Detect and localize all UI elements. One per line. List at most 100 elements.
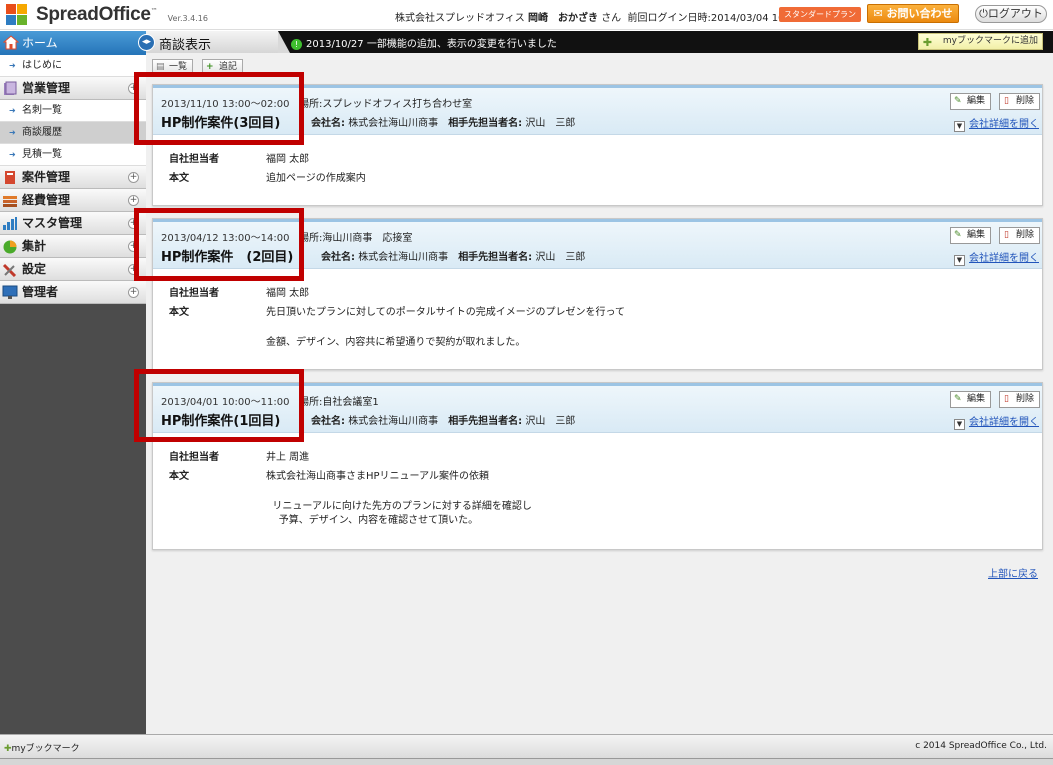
contact-button[interactable]: ✉ お問い合わせ (867, 4, 959, 23)
delete-button[interactable]: ▯ 削除 (998, 391, 1040, 408)
add-bookmark-button[interactable]: ✚ myブックマークに追加 (917, 33, 1043, 50)
expand-icon[interactable]: + (128, 172, 139, 183)
notice-icon: ! (291, 39, 302, 50)
delete-button[interactable]: ▯ 削除 (998, 93, 1040, 110)
place-value: 海山川商事 応接室 (322, 233, 413, 244)
sidebar-item-label: 商談履歴 (22, 127, 62, 138)
sidebar-item-meeting-history[interactable]: ➜ 商談履歴 (0, 122, 146, 144)
version-label: Ver.3.4.16 (167, 13, 208, 23)
footer-bookmark-button[interactable]: ✚myブックマーク (4, 741, 80, 754)
meeting-company-line: 会社名: 株式会社海山川商事 相手先担当者名: 沢山 三郎 (311, 114, 575, 129)
back-to-top-link[interactable]: 上部に戻る (988, 565, 1038, 580)
sidebar-item-label: 集計 (22, 239, 47, 253)
meeting-body: 自社担当者 福岡 太郎 本文 先日頂いたプランに対してのポータルサイトの完成イメージ… (153, 269, 1042, 362)
notice-message[interactable]: ! 2013/10/27 一部機能の追加、表示の変更を行いました (291, 35, 557, 50)
app-footer: ✚myブックマーク c 2014 SpreadOffice Co., Ltd. (0, 734, 1053, 758)
company-label: 会社名: (311, 118, 345, 129)
edit-button[interactable]: ✎ 編集 (949, 93, 991, 110)
logout-button[interactable]: ⏻ログアウト (975, 5, 1047, 23)
sidebar-item-master[interactable]: マスタ管理 + (0, 212, 146, 235)
contact-value: 沢山 三郎 (535, 252, 586, 263)
edit-button[interactable]: ✎ 編集 (949, 391, 991, 408)
body-value: 株式会社海山商事さまHPリニューアル案件の依頼 (266, 471, 490, 482)
user-name: 岡崎 おかざき (528, 13, 598, 24)
company-name: 株式会社スプレッドオフィス (395, 13, 525, 24)
delete-button[interactable]: ▯ 削除 (998, 227, 1040, 244)
sidebar-item-home[interactable]: ホーム (0, 31, 146, 55)
arrow-icon: ➜ (9, 150, 16, 159)
logo-mark-icon (6, 4, 28, 26)
sidebar-item-business-cards[interactable]: ➜ 名刺一覧 (0, 100, 146, 122)
sidebar-item-admin[interactable]: 管理者 + (0, 281, 146, 304)
sidebar-item-intro[interactable]: ➜ はじめに (0, 55, 146, 77)
place-value: スプレッドオフィス打ち合わせ室 (322, 99, 473, 110)
taskbar (0, 758, 1053, 765)
trash-icon: ▯ (1003, 230, 1009, 240)
pencil-icon: ✎ (953, 96, 962, 106)
sidebar-item-sales[interactable]: 営業管理 + (0, 77, 146, 100)
sidebar-item-label: 経費管理 (22, 193, 71, 207)
sidebar-item-expenses[interactable]: 経費管理 + (0, 189, 146, 212)
sidebar-item-label: 管理者 (22, 285, 59, 299)
sidebar-item-settings[interactable]: 設定 + (0, 258, 146, 281)
copyright-text: c 2014 SpreadOffice Co., Ltd. (915, 741, 1047, 751)
project-icon (5, 171, 15, 184)
contact-value: 沢山 三郎 (525, 118, 576, 129)
add-note-label: 追記 (219, 62, 238, 72)
company-detail-link[interactable]: ▼ 会社詳細を開く (954, 115, 1039, 132)
spreadoffice-logo[interactable]: SpreadOffice ™ Ver.3.4.16 (6, 4, 208, 26)
meeting-company-line: 会社名: 株式会社海山川商事 相手先担当者名: 沢山 三郎 (311, 412, 575, 427)
highlight-box (134, 72, 304, 145)
logo-text: SpreadOffice (36, 4, 151, 25)
chevron-down-icon: ▼ (954, 255, 965, 266)
sidebar: ホーム ➜ はじめに 営業管理 + ➜ 名刺一覧 ➜ 商談履歴 ➜ 見積一覧 案件管理 + … (0, 31, 146, 734)
page-title: 商談表示 (159, 38, 212, 53)
plan-badge: スタンダードプラン (779, 7, 861, 22)
user-suffix: さん (601, 13, 622, 24)
user-info: 株式会社スプレッドオフィス 岡崎 おかざき さん 前回ログイン日時:2014/0… (395, 9, 817, 24)
staff-value: 井上 周進 (266, 452, 310, 463)
company-detail-link[interactable]: ▼ 会社詳細を開く (954, 249, 1039, 266)
body-label: 本文 (169, 471, 189, 482)
contact-label: 相手先担当者名: (448, 118, 523, 129)
expand-icon[interactable]: + (128, 195, 139, 206)
logo-trademark: ™ (150, 7, 158, 15)
company-value: 株式会社海山川商事 (348, 416, 439, 427)
home-icon (3, 35, 19, 50)
body-label: 本文 (169, 307, 189, 318)
delete-label: 削除 (1015, 394, 1034, 404)
company-label: 会社名: (321, 252, 355, 263)
meeting-place: 場所:自社会議室1 (299, 393, 379, 408)
edit-button[interactable]: ✎ 編集 (949, 227, 991, 244)
company-detail-link[interactable]: ▼ 会社詳細を開く (954, 413, 1039, 430)
page-title-tab: ◂▸ 商談表示 (138, 31, 290, 53)
pencil-icon: ✎ (953, 394, 962, 404)
chevron-down-icon: ▼ (954, 419, 965, 430)
sidebar-item-label: 案件管理 (22, 170, 71, 184)
trash-icon: ▯ (1003, 394, 1009, 404)
master-icon (3, 217, 17, 230)
contact-label: お問い合わせ (886, 7, 953, 20)
contact-value: 沢山 三郎 (525, 416, 576, 427)
tools-icon (2, 263, 17, 277)
bookmark-icon: ✚ (4, 744, 12, 754)
sidebar-item-projects[interactable]: 案件管理 + (0, 166, 146, 189)
add-bookmark-label: myブックマークに追加 (942, 36, 1038, 46)
pencil-icon: ✎ (953, 230, 962, 240)
logout-label: ログアウト (987, 7, 1043, 20)
expand-icon[interactable]: + (128, 287, 139, 298)
sidebar-toggle-icon[interactable]: ◂▸ (138, 34, 155, 51)
contact-label: 相手先担当者名: (458, 252, 533, 263)
arrow-icon: ➜ (9, 128, 16, 137)
edit-label: 編集 (966, 230, 985, 240)
delete-label: 削除 (1015, 96, 1034, 106)
meeting-place: 場所:スプレッドオフィス打ち合わせ室 (299, 95, 472, 110)
company-detail-label: 会社詳細を開く (969, 253, 1039, 264)
sidebar-item-summary[interactable]: 集計 + (0, 235, 146, 258)
sidebar-item-estimates[interactable]: ➜ 見積一覧 (0, 144, 146, 166)
staff-value: 福岡 太郎 (266, 288, 310, 299)
arrow-icon: ➜ (9, 61, 16, 70)
place-value: 自社会議室1 (322, 397, 379, 408)
sales-icon (4, 81, 17, 95)
meeting-place: 場所:海山川商事 応接室 (299, 229, 412, 244)
